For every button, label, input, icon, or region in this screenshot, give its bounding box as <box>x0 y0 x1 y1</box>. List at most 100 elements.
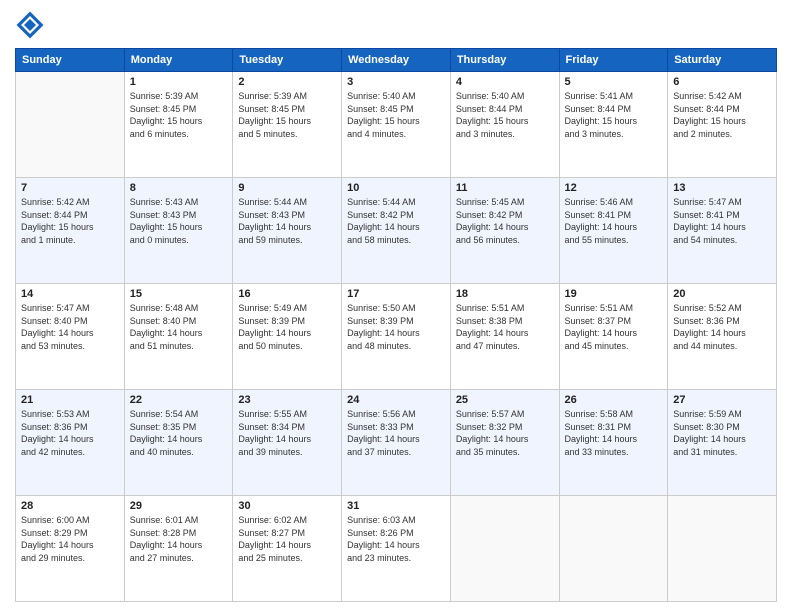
calendar-cell: 13 Sunrise: 5:47 AM Sunset: 8:41 PM Dayli… <box>668 178 777 284</box>
day-detail: Sunrise: 5:50 AM Sunset: 8:39 PM Dayligh… <box>347 302 445 352</box>
calendar-cell: 16 Sunrise: 5:49 AM Sunset: 8:39 PM Dayli… <box>233 284 342 390</box>
calendar-cell: 21 Sunrise: 5:53 AM Sunset: 8:36 PM Dayli… <box>16 390 125 496</box>
day-number: 13 <box>673 182 771 194</box>
weekday-header-sunday: Sunday <box>16 49 125 72</box>
day-number: 29 <box>130 500 228 512</box>
day-number: 31 <box>347 500 445 512</box>
day-number: 11 <box>456 182 554 194</box>
week-row-2: 7 Sunrise: 5:42 AM Sunset: 8:44 PM Daylig… <box>16 178 777 284</box>
calendar-cell: 7 Sunrise: 5:42 AM Sunset: 8:44 PM Daylig… <box>16 178 125 284</box>
day-detail: Sunrise: 5:39 AM Sunset: 8:45 PM Dayligh… <box>238 90 336 140</box>
calendar-cell: 25 Sunrise: 5:57 AM Sunset: 8:32 PM Dayli… <box>450 390 559 496</box>
day-number: 17 <box>347 288 445 300</box>
day-number: 5 <box>565 76 663 88</box>
calendar-cell: 6Sunrise: 5:42 AM Sunset: 8:44 PM Daylig… <box>668 72 777 178</box>
day-detail: Sunrise: 5:57 AM Sunset: 8:32 PM Dayligh… <box>456 408 554 458</box>
day-detail: Sunrise: 5:51 AM Sunset: 8:38 PM Dayligh… <box>456 302 554 352</box>
day-number: 9 <box>238 182 336 194</box>
day-number: 18 <box>456 288 554 300</box>
day-number: 15 <box>130 288 228 300</box>
calendar-cell: 31 Sunrise: 6:03 AM Sunset: 8:26 PM Dayli… <box>342 496 451 602</box>
week-row-3: 14 Sunrise: 5:47 AM Sunset: 8:40 PM Dayli… <box>16 284 777 390</box>
calendar-cell: 23 Sunrise: 5:55 AM Sunset: 8:34 PM Dayli… <box>233 390 342 496</box>
calendar-cell <box>559 496 668 602</box>
day-detail: Sunrise: 5:53 AM Sunset: 8:36 PM Dayligh… <box>21 408 119 458</box>
logo <box>15 10 49 40</box>
day-detail: Sunrise: 5:44 AM Sunset: 8:43 PM Dayligh… <box>238 196 336 246</box>
day-detail: Sunrise: 5:55 AM Sunset: 8:34 PM Dayligh… <box>238 408 336 458</box>
calendar-cell: 15 Sunrise: 5:48 AM Sunset: 8:40 PM Dayli… <box>124 284 233 390</box>
day-detail: Sunrise: 5:49 AM Sunset: 8:39 PM Dayligh… <box>238 302 336 352</box>
day-detail: Sunrise: 5:41 AM Sunset: 8:44 PM Dayligh… <box>565 90 663 140</box>
calendar-table: SundayMondayTuesdayWednesdayThursdayFrid… <box>15 48 777 602</box>
day-number: 8 <box>130 182 228 194</box>
calendar-cell: 4 Sunrise: 5:40 AM Sunset: 8:44 PM Daylig… <box>450 72 559 178</box>
day-detail: Sunrise: 5:52 AM Sunset: 8:36 PM Dayligh… <box>673 302 771 352</box>
calendar-cell: 2 Sunrise: 5:39 AM Sunset: 8:45 PM Daylig… <box>233 72 342 178</box>
day-number: 10 <box>347 182 445 194</box>
day-number: 27 <box>673 394 771 406</box>
day-detail: Sunrise: 5:54 AM Sunset: 8:35 PM Dayligh… <box>130 408 228 458</box>
day-number: 21 <box>21 394 119 406</box>
calendar-cell: 14 Sunrise: 5:47 AM Sunset: 8:40 PM Dayli… <box>16 284 125 390</box>
calendar-cell: 30Sunrise: 6:02 AM Sunset: 8:27 PM Dayli… <box>233 496 342 602</box>
day-number: 23 <box>238 394 336 406</box>
day-number: 28 <box>21 500 119 512</box>
day-detail: Sunrise: 6:01 AM Sunset: 8:28 PM Dayligh… <box>130 514 228 564</box>
day-detail: Sunrise: 5:43 AM Sunset: 8:43 PM Dayligh… <box>130 196 228 246</box>
weekday-header-friday: Friday <box>559 49 668 72</box>
day-detail: Sunrise: 6:03 AM Sunset: 8:26 PM Dayligh… <box>347 514 445 564</box>
day-detail: Sunrise: 5:56 AM Sunset: 8:33 PM Dayligh… <box>347 408 445 458</box>
day-number: 24 <box>347 394 445 406</box>
day-number: 1 <box>130 76 228 88</box>
weekday-header-wednesday: Wednesday <box>342 49 451 72</box>
week-row-1: 1 Sunrise: 5:39 AM Sunset: 8:45 PM Daylig… <box>16 72 777 178</box>
day-detail: Sunrise: 5:40 AM Sunset: 8:45 PM Dayligh… <box>347 90 445 140</box>
calendar-cell: 5 Sunrise: 5:41 AM Sunset: 8:44 PM Daylig… <box>559 72 668 178</box>
calendar-cell: 12 Sunrise: 5:46 AM Sunset: 8:41 PM Dayli… <box>559 178 668 284</box>
calendar-cell: 1Sunrise: 5:39 AM Sunset: 8:45 PM Daylig… <box>124 72 233 178</box>
calendar-cell: 28 Sunrise: 6:00 AM Sunset: 8:29 PM Dayli… <box>16 496 125 602</box>
day-detail: Sunrise: 5:47 AM Sunset: 8:40 PM Dayligh… <box>21 302 119 352</box>
day-number: 16 <box>238 288 336 300</box>
day-number: 6 <box>673 76 771 88</box>
day-number: 22 <box>130 394 228 406</box>
day-detail: Sunrise: 5:42 AM Sunset: 8:44 PM Dayligh… <box>21 196 119 246</box>
day-detail: Sunrise: 5:48 AM Sunset: 8:40 PM Dayligh… <box>130 302 228 352</box>
calendar-cell: 18 Sunrise: 5:51 AM Sunset: 8:38 PM Dayli… <box>450 284 559 390</box>
day-detail: Sunrise: 5:44 AM Sunset: 8:42 PM Dayligh… <box>347 196 445 246</box>
day-number: 12 <box>565 182 663 194</box>
calendar-cell: 9 Sunrise: 5:44 AM Sunset: 8:43 PM Daylig… <box>233 178 342 284</box>
calendar-cell: 11Sunrise: 5:45 AM Sunset: 8:42 PM Dayli… <box>450 178 559 284</box>
day-number: 26 <box>565 394 663 406</box>
day-number: 19 <box>565 288 663 300</box>
day-number: 25 <box>456 394 554 406</box>
calendar-cell: 22 Sunrise: 5:54 AM Sunset: 8:35 PM Dayli… <box>124 390 233 496</box>
day-number: 14 <box>21 288 119 300</box>
weekday-header-monday: Monday <box>124 49 233 72</box>
calendar-cell: 24 Sunrise: 5:56 AM Sunset: 8:33 PM Dayli… <box>342 390 451 496</box>
day-number: 3 <box>347 76 445 88</box>
calendar-cell <box>450 496 559 602</box>
day-detail: Sunrise: 5:46 AM Sunset: 8:41 PM Dayligh… <box>565 196 663 246</box>
page: SundayMondayTuesdayWednesdayThursdayFrid… <box>0 0 792 612</box>
calendar-header-row: SundayMondayTuesdayWednesdayThursdayFrid… <box>16 49 777 72</box>
calendar-cell: 29 Sunrise: 6:01 AM Sunset: 8:28 PM Dayli… <box>124 496 233 602</box>
day-detail: Sunrise: 6:00 AM Sunset: 8:29 PM Dayligh… <box>21 514 119 564</box>
day-detail: Sunrise: 5:59 AM Sunset: 8:30 PM Dayligh… <box>673 408 771 458</box>
day-detail: Sunrise: 5:47 AM Sunset: 8:41 PM Dayligh… <box>673 196 771 246</box>
week-row-4: 21 Sunrise: 5:53 AM Sunset: 8:36 PM Dayli… <box>16 390 777 496</box>
day-number: 7 <box>21 182 119 194</box>
calendar-cell: 10 Sunrise: 5:44 AM Sunset: 8:42 PM Dayli… <box>342 178 451 284</box>
calendar-cell: 20 Sunrise: 5:52 AM Sunset: 8:36 PM Dayli… <box>668 284 777 390</box>
weekday-header-thursday: Thursday <box>450 49 559 72</box>
day-number: 20 <box>673 288 771 300</box>
week-row-5: 28 Sunrise: 6:00 AM Sunset: 8:29 PM Dayli… <box>16 496 777 602</box>
day-detail: Sunrise: 5:40 AM Sunset: 8:44 PM Dayligh… <box>456 90 554 140</box>
day-number: 4 <box>456 76 554 88</box>
day-number: 2 <box>238 76 336 88</box>
weekday-header-saturday: Saturday <box>668 49 777 72</box>
weekday-header-tuesday: Tuesday <box>233 49 342 72</box>
calendar-cell: 26Sunrise: 5:58 AM Sunset: 8:31 PM Dayli… <box>559 390 668 496</box>
calendar-cell: 27 Sunrise: 5:59 AM Sunset: 8:30 PM Dayli… <box>668 390 777 496</box>
